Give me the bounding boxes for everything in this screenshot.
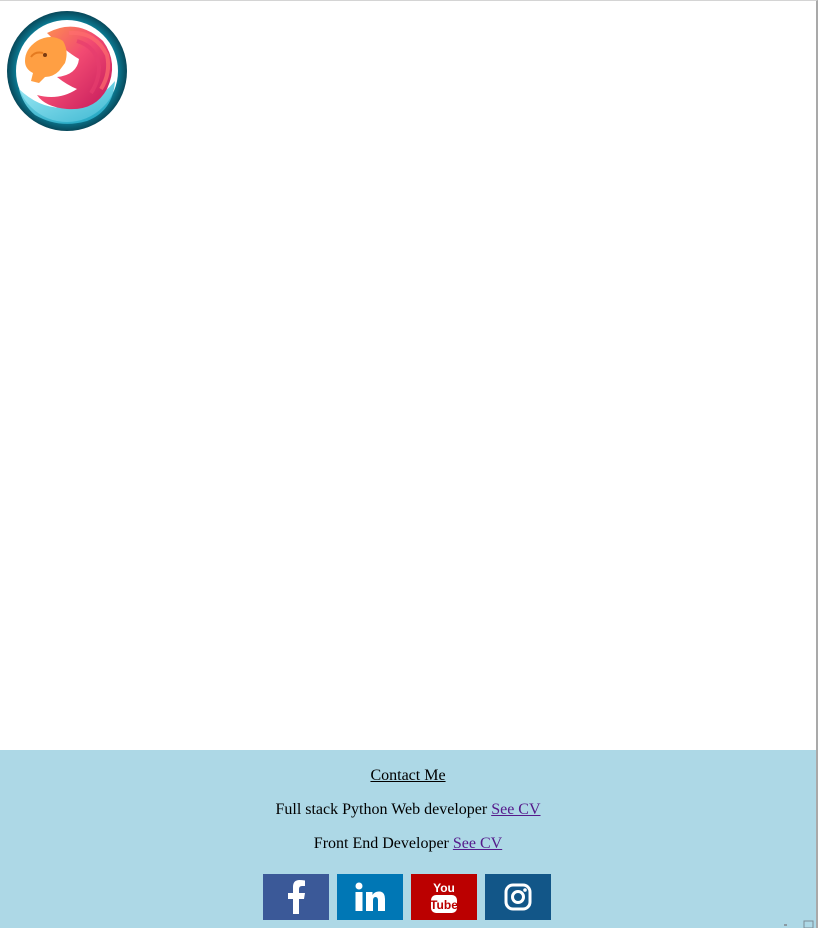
page: Contact Me Full stack Python Web develop… xyxy=(0,0,818,928)
youtube-icon: You Tube xyxy=(430,881,458,913)
youtube-button[interactable]: You Tube xyxy=(411,874,477,920)
resize-grip-icon xyxy=(784,920,814,928)
lion-mascot-logo-icon[interactable] xyxy=(7,11,127,131)
linkedin-icon xyxy=(355,882,385,911)
contact-me-link[interactable]: Contact Me xyxy=(370,767,445,784)
facebook-icon xyxy=(288,880,305,914)
instagram-icon xyxy=(504,883,532,911)
social-links: You Tube xyxy=(263,874,551,920)
see-cv-link-python[interactable]: See CV xyxy=(491,801,540,818)
facebook-button[interactable] xyxy=(263,874,329,920)
svg-text:You: You xyxy=(433,881,455,895)
footer: Contact Me Full stack Python Web develop… xyxy=(0,750,816,928)
svg-text:Tube: Tube xyxy=(430,898,458,912)
role-title-frontend: Front End Developer xyxy=(313,835,449,852)
contact-line: Contact Me xyxy=(0,750,816,785)
instagram-button[interactable] xyxy=(485,874,551,920)
role-line-python: Full stack Python Web developer See CV xyxy=(0,801,816,819)
linkedin-button[interactable] xyxy=(337,874,403,920)
role-title-python: Full stack Python Web developer xyxy=(275,801,488,818)
see-cv-link-frontend[interactable]: See CV xyxy=(453,835,502,852)
role-line-frontend: Front End Developer See CV xyxy=(0,835,816,853)
